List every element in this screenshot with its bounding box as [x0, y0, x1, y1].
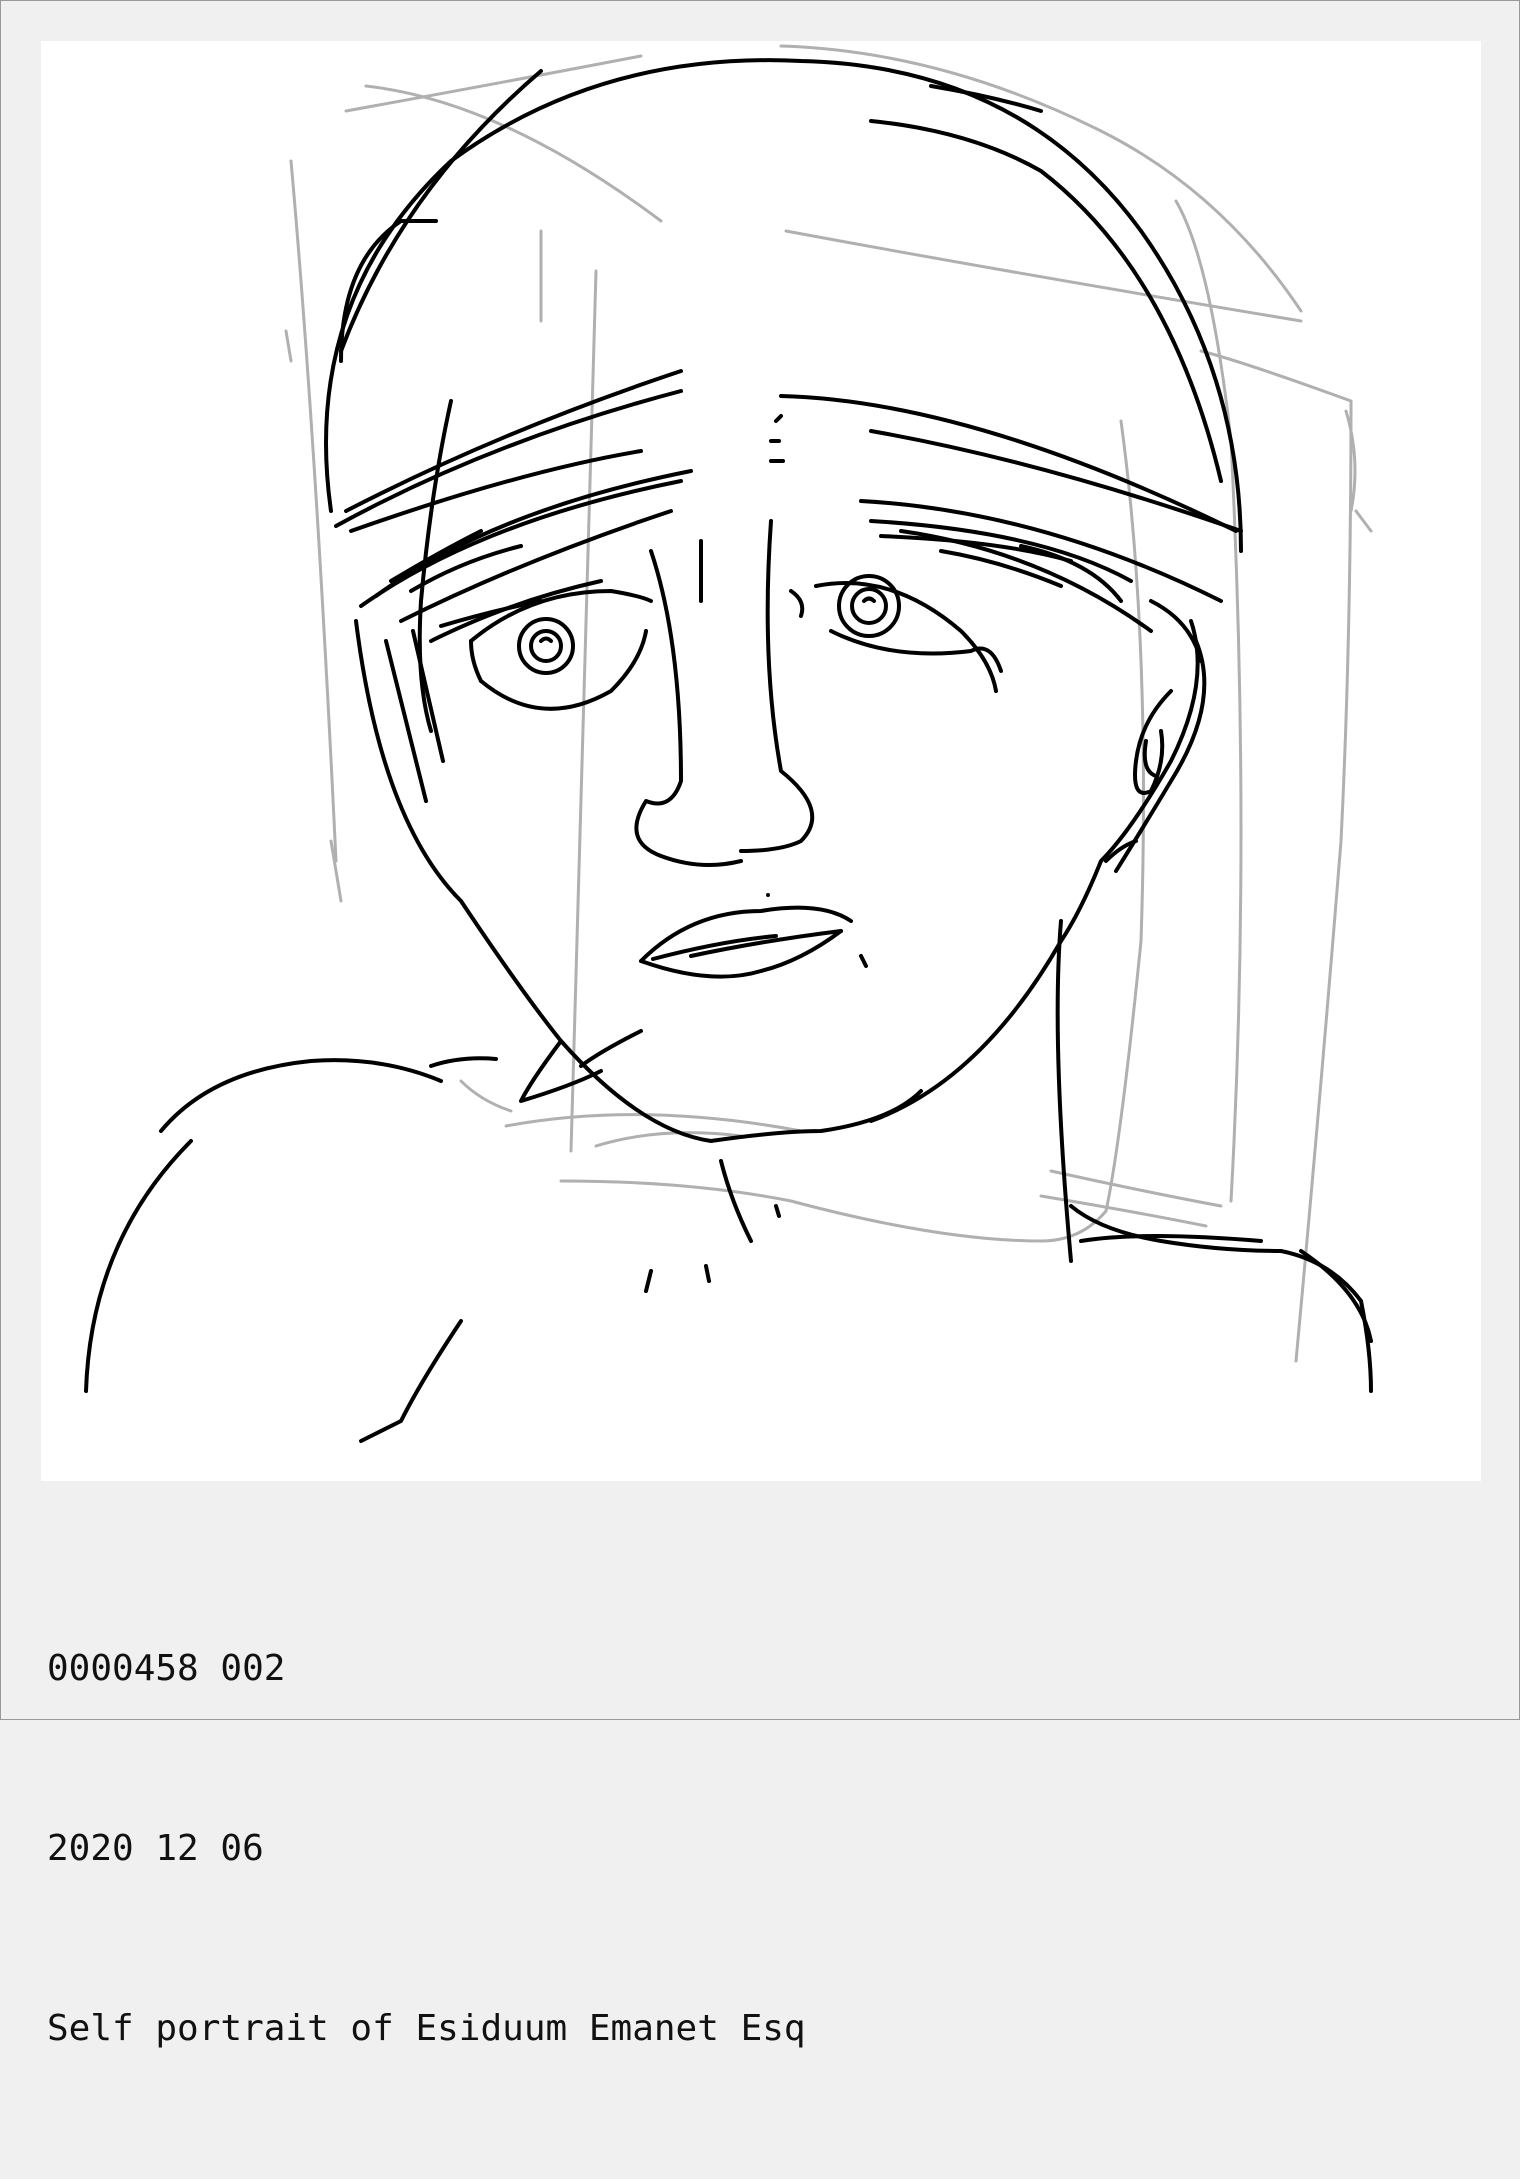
caption-id-line: 0000458 002: [47, 1648, 286, 1689]
caption-date-line: 2020 12 06: [47, 1828, 264, 1869]
ink-lines: [84, 58, 1373, 1443]
caption-block: 0000458 002 2020 12 06 Self portrait of …: [47, 1519, 806, 2179]
portrait-drawing: [41, 41, 1481, 1481]
photo-frame: 0000458 002 2020 12 06 Self portrait of …: [0, 0, 1520, 2049]
guide-lines: [284, 44, 1373, 1363]
portrait-sketch-image: [84, 44, 1373, 1443]
caption-title-line: Self portrait of Esiduum Emanet Esq: [47, 2008, 806, 2049]
